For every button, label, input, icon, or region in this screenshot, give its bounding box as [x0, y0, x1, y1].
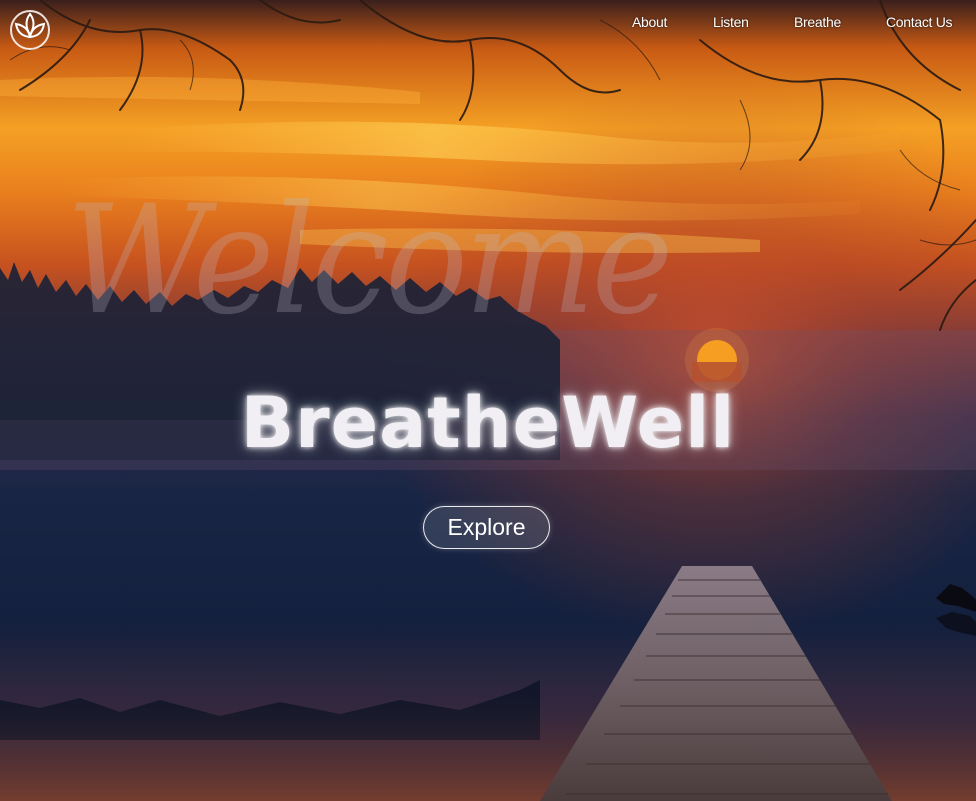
- nav-link-listen[interactable]: Listen: [713, 14, 749, 30]
- hero-section: About Listen Breathe Contact Us Welcome …: [0, 0, 976, 801]
- nav-link-contact-us[interactable]: Contact Us: [886, 14, 953, 30]
- main-nav: About Listen Breathe Contact Us: [0, 14, 976, 34]
- welcome-script-text: Welcome: [66, 174, 673, 348]
- nav-link-breathe[interactable]: Breathe: [794, 14, 841, 30]
- nav-link-about[interactable]: About: [632, 14, 667, 30]
- explore-button[interactable]: Explore: [423, 506, 550, 549]
- brand-title: BreatheWell: [240, 382, 736, 464]
